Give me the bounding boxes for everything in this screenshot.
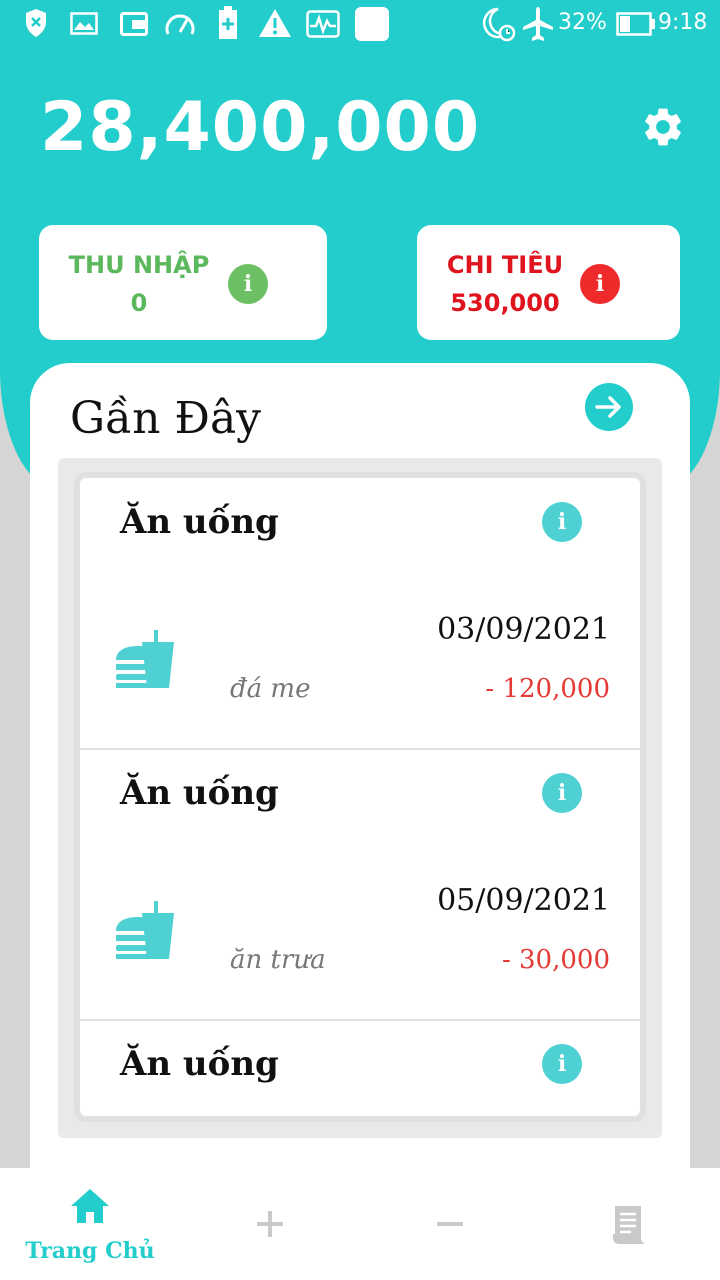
app-notification-icon bbox=[355, 7, 389, 41]
battery-saver-icon bbox=[219, 6, 237, 39]
total-balance: 28,400,000 bbox=[40, 88, 481, 167]
see-all-button[interactable] bbox=[585, 383, 633, 431]
transaction-date: 03/09/2021 bbox=[437, 612, 610, 647]
battery-percent: 32% bbox=[558, 10, 607, 35]
info-icon[interactable]: i bbox=[542, 773, 582, 813]
minus-icon bbox=[437, 1222, 463, 1226]
shield-icon bbox=[26, 9, 46, 37]
wallet-icon bbox=[120, 12, 148, 36]
fast-food-icon bbox=[116, 901, 174, 959]
nav-home-label: Trang Chủ bbox=[25, 1238, 155, 1264]
clock: 9:18 bbox=[658, 10, 708, 35]
night-alarm-icon bbox=[482, 7, 516, 42]
transaction-category: Ăn uống bbox=[120, 502, 279, 542]
recent-title: Gần Đây bbox=[70, 393, 262, 444]
info-icon[interactable]: i bbox=[542, 1044, 582, 1084]
status-bar: 32% 9:18 bbox=[0, 0, 720, 52]
transaction-note: ăn trưa bbox=[230, 945, 326, 975]
nav-report[interactable] bbox=[540, 1168, 720, 1280]
bottom-navigation: Trang Chủ bbox=[0, 1168, 720, 1280]
speedometer-icon bbox=[165, 14, 195, 35]
expense-value: 530,000 bbox=[450, 289, 560, 317]
arrow-right-icon bbox=[595, 396, 621, 418]
warning-icon bbox=[259, 9, 291, 37]
plus-icon bbox=[257, 1211, 283, 1237]
nav-add-income[interactable] bbox=[180, 1168, 360, 1280]
image-icon bbox=[70, 12, 98, 35]
gear-icon[interactable] bbox=[640, 104, 686, 150]
expense-info-icon[interactable]: i bbox=[580, 264, 620, 304]
transaction-category: Ăn uống bbox=[120, 773, 279, 813]
transaction-category: Ăn uống bbox=[120, 1044, 279, 1084]
nav-home[interactable]: Trang Chủ bbox=[0, 1168, 180, 1280]
transaction-list[interactable]: Ăn uống i 03/09/2021 đá me - 120,000 Ăn … bbox=[58, 458, 662, 1138]
battery-icon bbox=[616, 12, 655, 36]
recent-panel: Gần Đây Ăn uống i 03/09/2021 đá me - 120… bbox=[30, 363, 690, 1168]
transaction-amount: - 120,000 bbox=[485, 674, 610, 704]
expense-card[interactable]: CHI TIÊU 530,000 i bbox=[417, 225, 680, 340]
transaction-item[interactable]: Ăn uống i 05/09/2021 ăn trưa - 30,000 bbox=[80, 749, 640, 1021]
transaction-date: 05/09/2021 bbox=[437, 883, 610, 918]
expense-label: CHI TIÊU bbox=[446, 251, 564, 279]
transaction-item[interactable]: Ăn uống i 03/09/2021 đá me - 120,000 bbox=[80, 478, 640, 750]
receipt-icon bbox=[613, 1206, 647, 1244]
transaction-amount: - 30,000 bbox=[501, 945, 610, 975]
airplane-icon bbox=[523, 7, 553, 41]
info-icon[interactable]: i bbox=[542, 502, 582, 542]
income-info-icon[interactable]: i bbox=[228, 264, 268, 304]
income-card[interactable]: THU NHẬP 0 i bbox=[39, 225, 327, 340]
home-icon bbox=[71, 1189, 109, 1223]
transaction-note: đá me bbox=[230, 674, 311, 704]
income-label: THU NHẬP bbox=[68, 251, 210, 279]
income-value: 0 bbox=[130, 289, 148, 317]
fast-food-icon bbox=[116, 630, 174, 688]
activity-icon bbox=[306, 10, 340, 38]
transaction-list-inner: Ăn uống i 03/09/2021 đá me - 120,000 Ăn … bbox=[80, 478, 640, 1116]
transaction-item[interactable]: Ăn uống i bbox=[80, 1020, 640, 1116]
nav-add-expense[interactable] bbox=[360, 1168, 540, 1280]
